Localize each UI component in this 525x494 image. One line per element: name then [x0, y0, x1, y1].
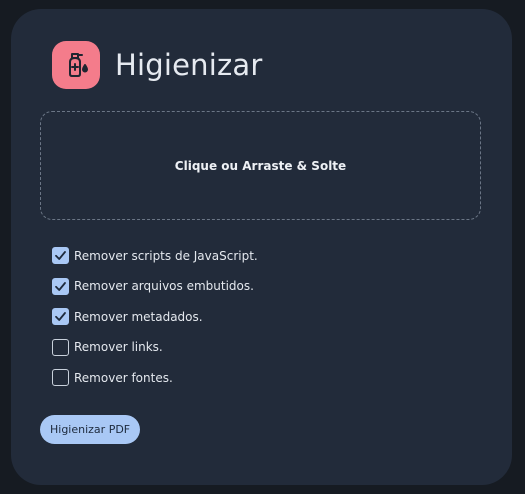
sanitize-options: Remover scripts de JavaScript. Remover a…	[52, 247, 258, 400]
checkbox[interactable]	[52, 277, 69, 295]
option-remove-links[interactable]: Remover links.	[52, 338, 258, 356]
sanitizer-bottle-icon	[52, 41, 100, 89]
option-label: Remover metadados.	[74, 309, 203, 324]
option-label: Remover scripts de JavaScript.	[74, 248, 258, 263]
tool-header: Higienizar	[52, 41, 263, 89]
sanitize-pdf-button[interactable]: Higienizar PDF	[40, 415, 141, 444]
checkmark-icon	[55, 251, 66, 260]
option-label: Remover arquivos embutidos.	[74, 279, 254, 293]
option-remove-embedded-files[interactable]: Remover arquivos embutidos.	[52, 277, 258, 295]
checkmark-icon	[55, 312, 66, 321]
option-label: Remover fontes.	[74, 370, 173, 385]
checkbox[interactable]	[52, 247, 69, 264]
tool-card: Higienizar Clique ou Arraste & Solte Rem…	[11, 9, 512, 485]
checkbox[interactable]	[52, 338, 69, 356]
option-remove-javascript[interactable]: Remover scripts de JavaScript.	[52, 247, 258, 264]
checkbox[interactable]	[52, 369, 69, 386]
page-title: Higienizar	[115, 48, 263, 82]
file-dropzone[interactable]: Clique ou Arraste & Solte	[40, 111, 481, 220]
checkbox[interactable]	[52, 308, 69, 325]
dropzone-label: Clique ou Arraste & Solte	[174, 158, 347, 173]
option-remove-metadata[interactable]: Remover metadados.	[52, 308, 258, 325]
option-remove-fonts[interactable]: Remover fontes.	[52, 369, 258, 386]
checkmark-icon	[55, 281, 66, 291]
option-label: Remover links.	[74, 340, 163, 354]
